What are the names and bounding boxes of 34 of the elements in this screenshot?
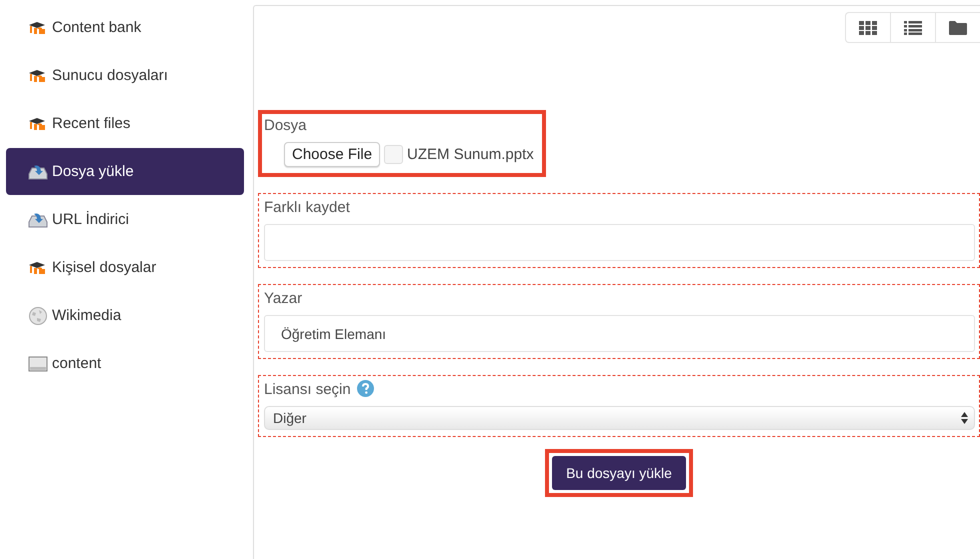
sidebar-item[interactable]: Recent files <box>6 100 244 147</box>
mortarboard-icon <box>28 20 48 36</box>
choose-file-button[interactable]: Choose File <box>284 142 380 167</box>
folder-view-button[interactable] <box>935 12 980 43</box>
upload-drive-icon <box>28 210 48 228</box>
grid-view-button[interactable] <box>845 12 890 43</box>
upload-drive-icon <box>28 162 48 180</box>
sidebar-item[interactable]: URL İndirici <box>6 196 244 243</box>
mortarboard-icon <box>28 68 48 84</box>
field-label: Dosya <box>264 117 307 134</box>
help-icon[interactable] <box>356 380 374 397</box>
upload-button[interactable]: Bu dosyayı yükle <box>552 456 686 490</box>
mortarboard-icon <box>28 260 48 276</box>
sidebar-item[interactable]: Wikimedia <box>6 292 244 339</box>
license-select[interactable]: Diğer <box>264 406 975 430</box>
grid-icon <box>859 20 877 34</box>
sidebar-item[interactable]: Content bank <box>6 4 244 51</box>
drive-icon <box>28 356 48 372</box>
file-name: UZEM Sunum.pptx <box>407 146 534 163</box>
sidebar-item[interactable]: Dosya yükle <box>6 148 244 195</box>
sidebar-item[interactable]: Kişisel dosyalar <box>6 244 244 291</box>
field-label: Yazar <box>264 290 302 307</box>
text-field[interactable]: Öğretim Elemanı <box>264 315 975 352</box>
field-label: Farklı kaydet <box>264 199 350 216</box>
field-label: Lisansı seçin <box>264 381 351 398</box>
sidebar-item[interactable]: Sunucu dosyaları <box>6 52 244 99</box>
text-field[interactable] <box>264 224 975 261</box>
list-view-button[interactable] <box>890 12 935 43</box>
sidebar-item[interactable]: content <box>6 340 244 387</box>
folder-icon <box>949 20 967 34</box>
list-icon <box>904 20 922 34</box>
globe-icon <box>28 306 48 326</box>
mortarboard-icon <box>28 116 48 132</box>
select-arrows-icon <box>961 412 968 424</box>
